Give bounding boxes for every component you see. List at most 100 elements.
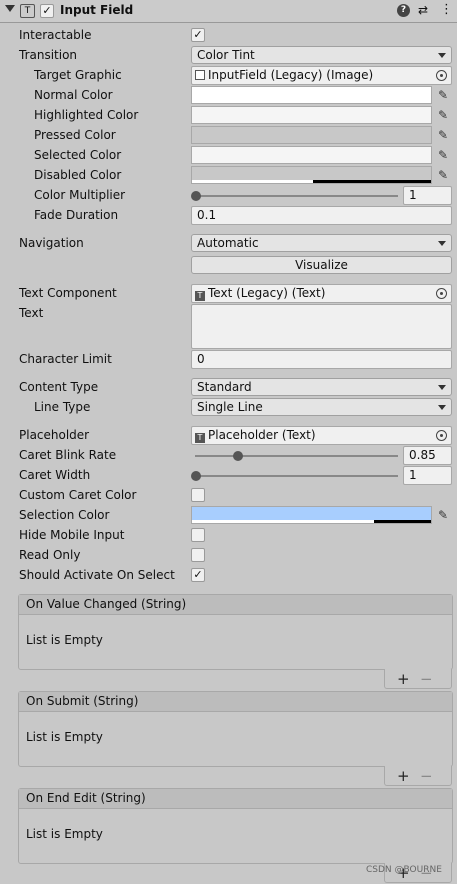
caret-blink-rate-slider[interactable] (195, 455, 398, 457)
chevron-down-icon (438, 53, 446, 58)
disabled-color-label: Disabled Color (34, 168, 122, 182)
normal-color-label: Normal Color (34, 88, 113, 102)
event-list-empty: List is Empty (26, 633, 103, 647)
selected-color-swatch[interactable] (191, 146, 432, 164)
character-limit-label: Character Limit (19, 352, 112, 366)
component-enabled-checkbox[interactable]: ✓ (40, 4, 54, 18)
placeholder-label: Placeholder (19, 428, 90, 442)
object-picker-icon[interactable] (436, 70, 447, 81)
eyedropper-icon[interactable]: ✎ (435, 126, 451, 144)
on-end-edit-event: On End Edit (String) List is Empty (18, 788, 453, 864)
eyedropper-icon[interactable]: ✎ (435, 106, 451, 124)
navigation-dropdown[interactable]: Automatic (191, 234, 452, 252)
eyedropper-icon[interactable]: ✎ (435, 146, 451, 164)
eyedropper-icon[interactable]: ✎ (435, 166, 451, 184)
input-field-icon: T (20, 4, 35, 18)
caret-blink-rate-field[interactable]: 0.85 (403, 446, 452, 465)
chevron-down-icon (438, 405, 446, 410)
text-component-field[interactable]: T Text (Legacy) (Text) (191, 284, 452, 303)
object-picker-icon[interactable] (436, 288, 447, 299)
watermark: CSDN @BOURNE (366, 865, 442, 875)
caret-blink-rate-thumb[interactable] (233, 451, 243, 461)
remove-icon[interactable]: − (420, 767, 433, 785)
normal-color-swatch[interactable] (191, 86, 432, 104)
disabled-color-swatch[interactable] (191, 166, 432, 184)
interactable-checkbox[interactable]: ✓ (191, 28, 205, 42)
highlighted-color-label: Highlighted Color (34, 108, 139, 122)
target-graphic-value: InputField (Legacy) (Image) (208, 68, 374, 82)
custom-caret-color-label: Custom Caret Color (19, 488, 137, 502)
eyedropper-icon[interactable]: ✎ (435, 506, 451, 524)
component-title: Input Field (60, 3, 134, 17)
on-submit-event: On Submit (String) List is Empty (18, 691, 453, 767)
content-type-dropdown[interactable]: Standard (191, 378, 452, 396)
should-activate-label: Should Activate On Select (19, 568, 175, 582)
color-multiplier-field[interactable]: 1 (403, 186, 452, 205)
foldout-arrow-icon[interactable] (5, 5, 15, 12)
caret-width-field[interactable]: 1 (403, 466, 452, 485)
read-only-label: Read Only (19, 548, 81, 562)
highlighted-color-swatch[interactable] (191, 106, 432, 124)
more-options-icon[interactable]: ⋮ (440, 2, 453, 17)
event-header: On Value Changed (String) (19, 595, 452, 615)
event-header: On Submit (String) (19, 692, 452, 712)
content-type-value: Standard (197, 380, 252, 394)
on-value-changed-event: On Value Changed (String) List is Empty (18, 594, 453, 670)
color-multiplier-label: Color Multiplier (34, 188, 126, 202)
add-icon[interactable]: + (397, 767, 410, 785)
presets-icon[interactable]: ⇄ (418, 3, 428, 17)
navigation-label: Navigation (19, 236, 84, 250)
event-footer: + − (384, 669, 452, 689)
eyedropper-icon[interactable]: ✎ (435, 86, 451, 104)
text-icon: T (195, 433, 205, 443)
chevron-down-icon (438, 241, 446, 246)
should-activate-checkbox[interactable]: ✓ (191, 568, 205, 582)
object-picker-icon[interactable] (436, 430, 447, 441)
remove-icon[interactable]: − (420, 670, 433, 688)
character-limit-field[interactable]: 0 (191, 350, 452, 369)
caret-width-slider[interactable] (195, 475, 398, 477)
placeholder-value: Placeholder (Text) (208, 428, 316, 442)
text-component-label: Text Component (19, 286, 117, 300)
visualize-button[interactable]: Visualize (191, 256, 452, 274)
pressed-color-label: Pressed Color (34, 128, 116, 142)
color-multiplier-slider[interactable] (195, 195, 398, 197)
placeholder-field[interactable]: T Placeholder (Text) (191, 426, 452, 445)
chevron-down-icon (438, 385, 446, 390)
event-list-empty: List is Empty (26, 730, 103, 744)
fade-duration-label: Fade Duration (34, 208, 119, 222)
event-footer: + − (384, 766, 452, 786)
hide-mobile-input-checkbox[interactable] (191, 528, 205, 542)
add-icon[interactable]: + (397, 670, 410, 688)
caret-width-thumb[interactable] (191, 471, 201, 481)
selection-color-label: Selection Color (19, 508, 110, 522)
transition-dropdown[interactable]: Color Tint (191, 46, 452, 64)
target-graphic-field[interactable]: InputField (Legacy) (Image) (191, 66, 452, 85)
read-only-checkbox[interactable] (191, 548, 205, 562)
caret-blink-rate-label: Caret Blink Rate (19, 448, 117, 462)
fade-duration-field[interactable]: 0.1 (191, 206, 452, 225)
text-icon: T (195, 291, 205, 301)
selected-color-label: Selected Color (34, 148, 122, 162)
transition-value: Color Tint (197, 48, 255, 62)
alpha-bar-fill (374, 520, 431, 523)
line-type-dropdown[interactable]: Single Line (191, 398, 452, 416)
event-header: On End Edit (String) (19, 789, 452, 809)
component-header: T ✓ Input Field ? ⇄ ⋮ (0, 0, 457, 23)
event-list-empty: List is Empty (26, 827, 103, 841)
text-component-value: Text (Legacy) (Text) (208, 286, 326, 300)
pressed-color-swatch[interactable] (191, 126, 432, 144)
help-icon[interactable]: ? (397, 4, 410, 17)
custom-caret-color-checkbox[interactable] (191, 488, 205, 502)
selection-color-swatch[interactable] (191, 506, 432, 524)
line-type-value: Single Line (197, 400, 263, 414)
transition-label: Transition (19, 48, 78, 62)
hide-mobile-input-label: Hide Mobile Input (19, 528, 125, 542)
content-type-label: Content Type (19, 380, 99, 394)
color-multiplier-thumb[interactable] (191, 191, 201, 201)
text-area[interactable] (191, 304, 452, 349)
caret-width-label: Caret Width (19, 468, 91, 482)
interactable-label: Interactable (19, 28, 92, 42)
image-icon (195, 70, 205, 80)
target-graphic-label: Target Graphic (34, 68, 122, 82)
